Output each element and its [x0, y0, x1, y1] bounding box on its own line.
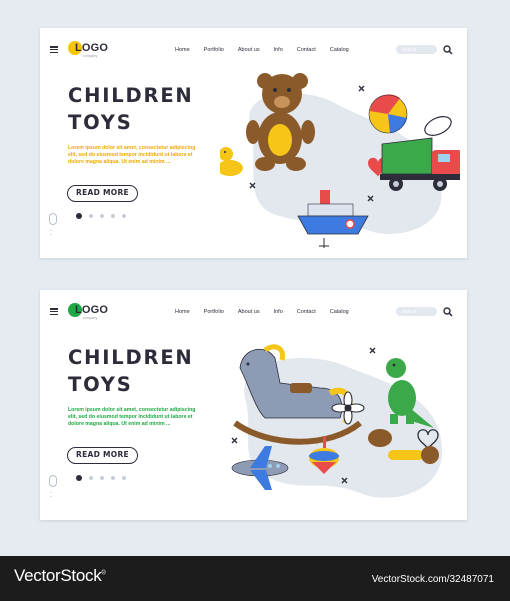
toys-illustration-2 — [231, 344, 443, 498]
title-line-1: CHILDREN — [68, 84, 194, 107]
nav-catalog[interactable]: Catalog — [330, 47, 349, 53]
menu-icon[interactable] — [50, 308, 58, 315]
toys-illustration-1 — [220, 73, 460, 248]
nav-contact[interactable]: Contact — [297, 309, 316, 315]
pager-dots — [76, 475, 133, 481]
logo-text: LOGO — [75, 304, 109, 316]
watermark-id: VectorStock.com/32487071 — [371, 574, 494, 585]
search-icon[interactable] — [443, 45, 453, 55]
nav-info[interactable]: Info — [274, 47, 283, 53]
scroll-down-icon: ⌄ ⌄ — [49, 489, 54, 499]
logo-subtitle: company — [83, 316, 98, 320]
pager-dot[interactable] — [111, 476, 115, 480]
scroll-mouse-icon — [49, 475, 57, 487]
pager-dot[interactable] — [122, 476, 126, 480]
pager-dot[interactable] — [89, 476, 93, 480]
search-input[interactable]: Search... — [396, 307, 437, 316]
watermark-brand: VectorStock® — [14, 566, 106, 585]
nav-portfolio[interactable]: Portfolio — [204, 47, 224, 53]
menu-icon[interactable] — [50, 46, 58, 53]
nav-bar: Home Portfolio About us Info Contact Cat… — [175, 47, 363, 53]
pager-dot[interactable] — [76, 213, 82, 219]
logo[interactable]: LOGO — [68, 41, 108, 55]
nav-home[interactable]: Home — [175, 47, 190, 53]
page-title: CHILDREN TOYS — [68, 344, 194, 398]
logo[interactable]: LOGO — [68, 303, 108, 317]
landing-card-1: LOGO company Home Portfolio About us Inf… — [40, 28, 467, 258]
scroll-down-icon: ⌄ ⌄ — [49, 227, 54, 237]
read-more-button[interactable]: READ MORE — [67, 185, 138, 202]
nav-catalog[interactable]: Catalog — [330, 309, 349, 315]
watermark-bar: VectorStock® VectorStock.com/32487071 — [0, 556, 510, 601]
logo-subtitle: company — [83, 54, 98, 58]
scroll-mouse-icon — [49, 213, 57, 225]
pager-dots — [76, 213, 133, 219]
pager-dot[interactable] — [100, 476, 104, 480]
body-text: Lorem ipsum dolor sit amet, consectetur … — [68, 145, 196, 166]
nav-contact[interactable]: Contact — [297, 47, 316, 53]
page-title: CHILDREN TOYS — [68, 82, 194, 136]
pager-dot[interactable] — [100, 214, 104, 218]
nav-portfolio[interactable]: Portfolio — [204, 309, 224, 315]
search-icon[interactable] — [443, 307, 453, 317]
read-more-button[interactable]: READ MORE — [67, 447, 138, 464]
rubber-duck-icon — [220, 147, 243, 176]
pager-dot[interactable] — [111, 214, 115, 218]
landing-card-2: LOGO company Home Portfolio About us Inf… — [40, 290, 467, 520]
beach-ball-icon — [368, 94, 408, 134]
pager-dot[interactable] — [89, 214, 93, 218]
leaf-icon — [424, 116, 452, 136]
nav-bar: Home Portfolio About us Info Contact Cat… — [175, 309, 363, 315]
search-input[interactable]: Search... — [396, 45, 437, 54]
body-text: Lorem ipsum dolor sit amet, consectetur … — [68, 407, 196, 428]
nav-home[interactable]: Home — [175, 309, 190, 315]
title-line-2: TOYS — [68, 111, 133, 134]
logo-text: LOGO — [75, 42, 109, 54]
title-line-1: CHILDREN — [68, 346, 194, 369]
nav-about[interactable]: About us — [238, 309, 260, 315]
nav-about[interactable]: About us — [238, 47, 260, 53]
pager-dot[interactable] — [122, 214, 126, 218]
nav-info[interactable]: Info — [274, 309, 283, 315]
pager-dot[interactable] — [76, 475, 82, 481]
title-line-2: TOYS — [68, 373, 133, 396]
